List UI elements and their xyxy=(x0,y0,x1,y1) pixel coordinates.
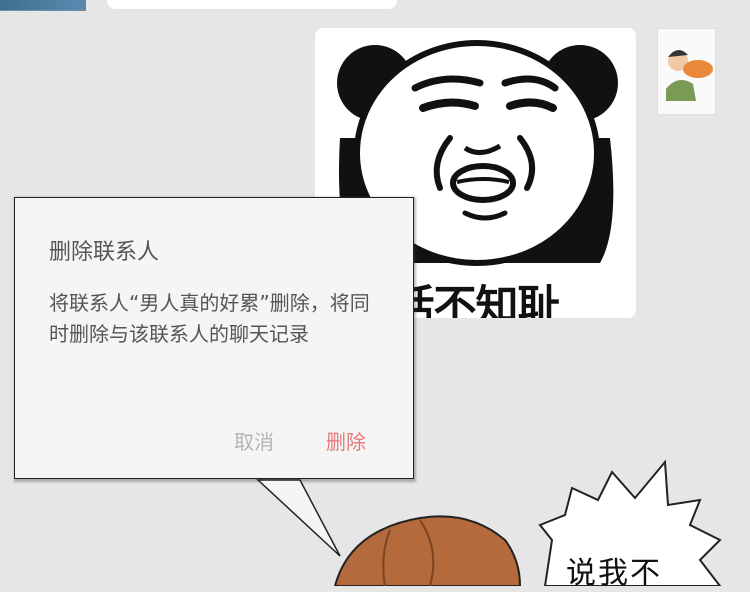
delete-button[interactable]: 删除 xyxy=(326,426,366,455)
cancel-button[interactable]: 取消 xyxy=(234,426,274,455)
chat-bubble xyxy=(107,0,397,9)
dialog-title: 删除联系人 xyxy=(49,240,160,265)
speech-text: 说我不 xyxy=(566,556,662,591)
delete-contact-dialog: 删除联系人 将联系人“男人真的好累”删除，将同时删除与该联系人的聊天记录 取消 … xyxy=(14,197,414,479)
contact-avatar[interactable] xyxy=(0,0,86,11)
dialog-message: 将联系人“男人真的好累”删除，将同时删除与该联系人的聊天记录 xyxy=(49,291,370,346)
person-eating-avatar-icon[interactable] xyxy=(657,28,716,115)
